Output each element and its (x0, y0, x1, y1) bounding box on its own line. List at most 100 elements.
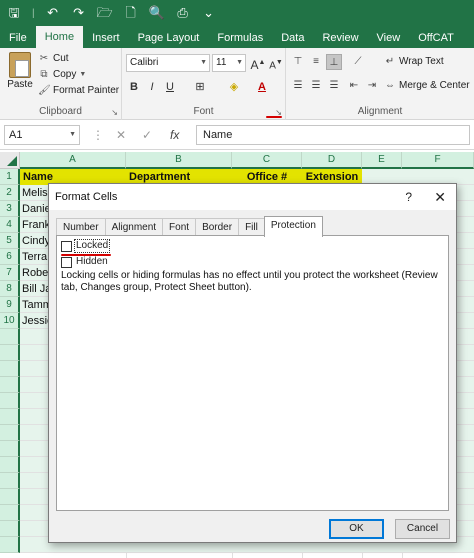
row-header[interactable] (0, 329, 20, 345)
row-header[interactable] (0, 377, 20, 393)
close-icon[interactable]: ✕ (434, 184, 446, 210)
row-header[interactable]: 5 (0, 233, 20, 249)
row-header[interactable] (0, 457, 20, 473)
align-center-icon[interactable]: ☰ (308, 78, 324, 94)
dialog-launcher-icon[interactable]: ↘ (111, 108, 118, 117)
copy-button[interactable]: ⧉ Copy ▼ (38, 67, 86, 82)
select-all-button[interactable] (0, 152, 20, 169)
format-painter-button[interactable]: 🖌 Format Painter (38, 83, 119, 98)
row-header[interactable]: 9 (0, 297, 20, 313)
redo-icon[interactable]: ↷ (71, 0, 87, 26)
column-header-b[interactable]: B (126, 152, 232, 169)
row-header[interactable] (0, 473, 20, 489)
print-icon[interactable]: ⎙ (175, 0, 191, 26)
align-bottom-icon[interactable]: ⊥ (326, 54, 342, 70)
name-cell[interactable]: Danie (22, 201, 51, 217)
underline-icon[interactable]: U (162, 78, 178, 96)
paste-button[interactable]: Paste (4, 52, 36, 98)
insert-function-icon[interactable]: fx (170, 125, 179, 145)
row-header[interactable] (0, 521, 20, 537)
row-header[interactable] (0, 409, 20, 425)
print-preview-icon[interactable]: 🔍 (149, 0, 165, 26)
align-middle-icon[interactable]: ≡ (308, 54, 324, 70)
tab-file[interactable]: File (0, 28, 36, 48)
tab-page-layout[interactable]: Page Layout (129, 28, 209, 48)
row-header[interactable] (0, 361, 20, 377)
help-icon[interactable]: ? (405, 184, 412, 210)
tab-border[interactable]: Border (195, 218, 240, 236)
tab-review[interactable]: Review (313, 28, 367, 48)
tab-offcat[interactable]: OffCAT (409, 28, 463, 48)
new-document-icon[interactable]: 🗋 (123, 0, 139, 26)
ok-button[interactable]: OK (329, 519, 384, 539)
tab-data[interactable]: Data (272, 28, 313, 48)
merge-center-button[interactable]: ⇔ Merge & Center (384, 78, 470, 94)
tab-home[interactable]: Home (35, 26, 84, 48)
font-color-icon[interactable]: A (254, 78, 270, 96)
row-header[interactable] (0, 393, 20, 409)
undo-icon[interactable]: ↶ (45, 0, 61, 26)
formula-input[interactable]: Name (196, 125, 470, 145)
row-header[interactable] (0, 489, 20, 505)
row-header[interactable]: 3 (0, 201, 20, 217)
hidden-checkbox[interactable] (61, 256, 72, 268)
cut-button[interactable]: ✂ Cut (38, 51, 69, 66)
cancel-button[interactable]: Cancel (395, 519, 450, 539)
fill-color-icon[interactable]: ◈ (226, 78, 242, 96)
tab-view[interactable]: View (368, 28, 410, 48)
tab-font[interactable]: Font (162, 218, 197, 236)
bold-icon[interactable]: B (126, 78, 142, 96)
name-cell[interactable]: Melis (22, 185, 48, 201)
row-header[interactable] (0, 345, 20, 361)
row-header[interactable] (0, 537, 20, 553)
column-header-a[interactable]: A (20, 152, 126, 169)
tab-fill[interactable]: Fill (238, 218, 265, 236)
column-header-c[interactable]: C (232, 152, 302, 169)
decrease-indent-icon[interactable]: ⇤ (346, 78, 362, 94)
row-header[interactable]: 7 (0, 265, 20, 281)
cancel-icon[interactable]: ✕ (116, 125, 126, 145)
name-cell[interactable]: Bill Ja (22, 281, 51, 297)
row-header[interactable] (0, 441, 20, 457)
save-icon[interactable]: 🖫 (6, 0, 22, 26)
name-box[interactable]: A1 ▼ (4, 125, 80, 145)
increase-indent-icon[interactable]: ⇥ (364, 78, 380, 94)
enter-icon[interactable]: ✓ (142, 125, 152, 145)
column-header-d[interactable]: D (302, 152, 362, 169)
name-cell[interactable]: Terra (22, 249, 47, 265)
row-header[interactable]: 10 (0, 313, 20, 329)
italic-icon[interactable]: I (144, 78, 160, 96)
open-folder-icon[interactable]: 🗁 (97, 0, 113, 26)
row-header[interactable]: 2 (0, 185, 20, 201)
hidden-checkbox-row[interactable]: Hidden (61, 256, 109, 268)
align-right-icon[interactable]: ☰ (326, 78, 342, 94)
locked-checkbox-row[interactable]: Locked (61, 239, 111, 253)
align-left-icon[interactable]: ☰ (290, 78, 306, 94)
tab-formulas[interactable]: Formulas (208, 28, 272, 48)
borders-icon[interactable]: ⊞ (192, 78, 208, 96)
tab-alignment[interactable]: Alignment (104, 218, 164, 236)
hidden-label[interactable]: Hidden (75, 256, 109, 268)
locked-label[interactable]: Locked (73, 239, 111, 253)
row-header[interactable] (0, 505, 20, 521)
tab-number[interactable]: Number (56, 218, 106, 236)
orientation-icon[interactable]: ⟋ (350, 54, 366, 70)
row-header[interactable]: 8 (0, 281, 20, 297)
column-header-f[interactable]: F (402, 152, 474, 169)
tab-insert[interactable]: Insert (83, 28, 129, 48)
font-name-dropdown[interactable]: Calibri ▼ (126, 54, 210, 72)
font-size-dropdown[interactable]: 11 ▼ (212, 54, 246, 72)
name-cell[interactable]: Cindy (22, 233, 50, 249)
align-top-icon[interactable]: ⊤ (290, 54, 306, 70)
decrease-font-icon[interactable]: A▼ (268, 54, 284, 72)
name-cell[interactable]: Frank (22, 217, 50, 233)
row-header[interactable]: 4 (0, 217, 20, 233)
row-header[interactable]: 6 (0, 249, 20, 265)
row-header[interactable] (0, 425, 20, 441)
increase-font-icon[interactable]: A▲ (250, 54, 266, 72)
wrap-text-button[interactable]: ↵ Wrap Text (384, 54, 444, 70)
locked-checkbox[interactable] (61, 240, 72, 252)
row-header[interactable]: 1 (0, 169, 20, 185)
tab-protection[interactable]: Protection (263, 216, 323, 237)
customize-icon[interactable]: ⌄ (201, 0, 217, 26)
